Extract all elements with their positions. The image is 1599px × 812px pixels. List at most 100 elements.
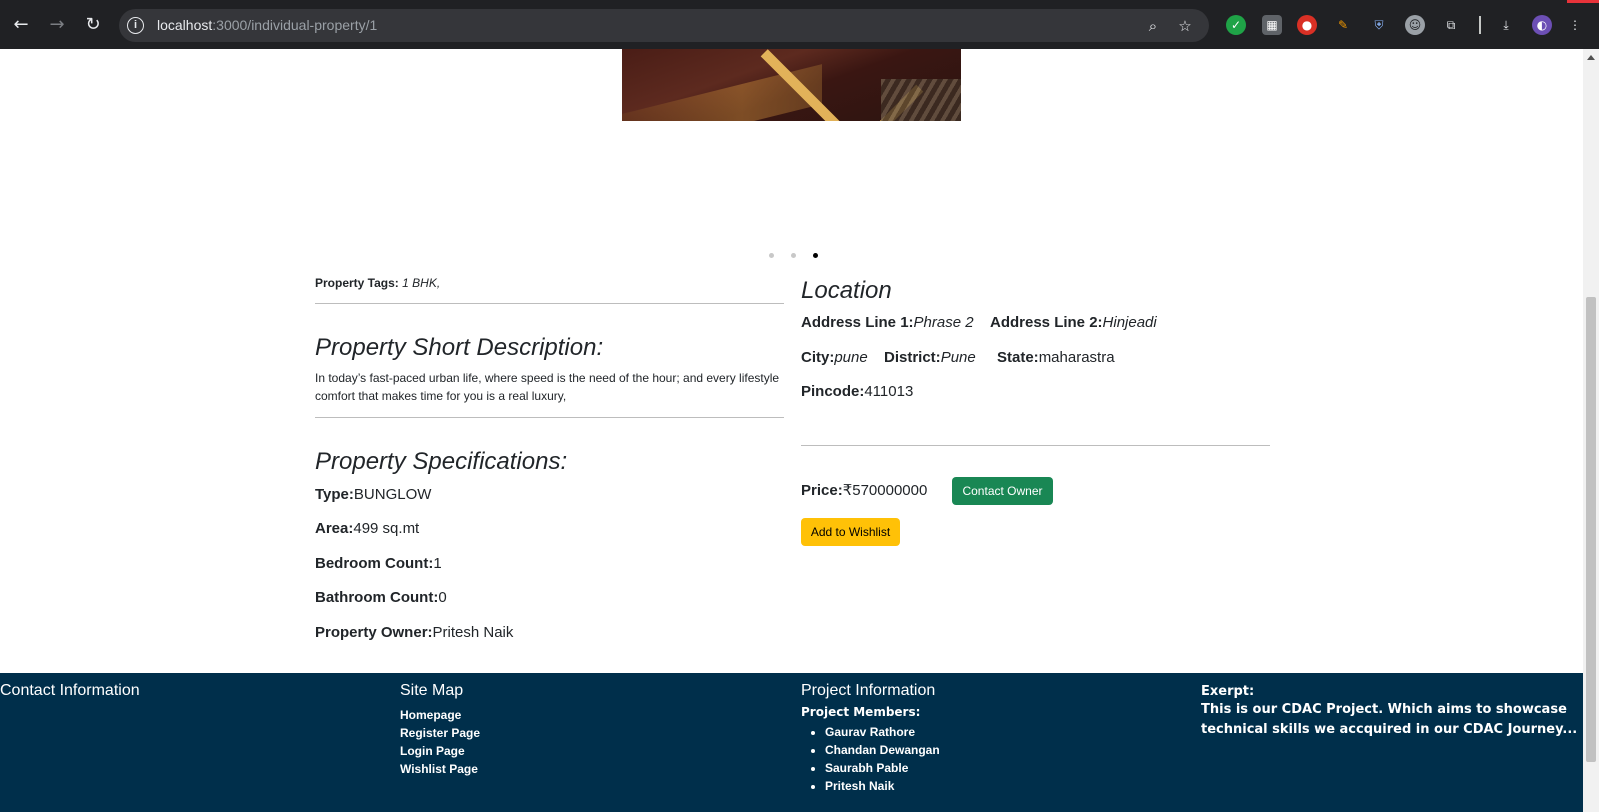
url-path: :3000/individual-property/1 <box>212 17 378 33</box>
download-icon[interactable]: ⤓ <box>1496 15 1516 35</box>
sitemap-link-homepage[interactable]: Homepage <box>400 706 480 724</box>
extension-shield-icon[interactable]: ⛨ <box>1369 15 1389 35</box>
pincode-value: 411013 <box>864 383 914 400</box>
window-accent <box>1567 0 1599 3</box>
address-line-1: Address Line 1:Phrase 2 <box>801 314 974 331</box>
back-arrow-icon[interactable]: ← <box>8 12 34 38</box>
pincode-label: Pincode: <box>801 383 865 400</box>
footer-sitemap-title: Site Map <box>400 682 464 699</box>
extension-qr-icon[interactable]: ▦ <box>1262 15 1282 35</box>
state-label: State: <box>997 349 1039 366</box>
price-value: ₹570000000 <box>842 482 928 499</box>
address-line-1-label: Address Line 1: <box>801 314 914 331</box>
sitemap-link-wishlist[interactable]: Wishlist Page <box>400 760 480 778</box>
sitemap-link-register[interactable]: Register Page <box>400 724 480 742</box>
address-line-2-value: Hinjeadi <box>1102 314 1157 331</box>
extension-pen-icon[interactable]: ✎ <box>1333 15 1353 35</box>
address-bar[interactable]: i localhost:3000/individual-property/1 ⌕… <box>119 9 1209 42</box>
image-shade <box>881 79 961 121</box>
price: Price:₹570000000 <box>801 481 927 499</box>
state-value: maharastra <box>1038 349 1115 366</box>
spec-area-label: Area: <box>315 520 354 537</box>
carousel-indicator-2[interactable] <box>791 253 796 258</box>
url-text[interactable]: localhost:3000/individual-property/1 <box>157 17 377 33</box>
divider <box>315 417 784 418</box>
spec-bedroom-value: 1 <box>433 555 442 572</box>
project-members-list: Gaurav Rathore Chandan Dewangan Saurabh … <box>825 723 940 795</box>
spec-type: Type:BUNGLOW <box>315 486 431 503</box>
address-line-1-value: Phrase 2 <box>913 314 974 331</box>
city-label: City: <box>801 349 835 366</box>
list-item: Saurabh Pable <box>825 759 940 777</box>
sitemap-link-login[interactable]: Login Page <box>400 742 480 760</box>
extension-face-icon[interactable]: ☺ <box>1405 15 1425 35</box>
spec-area: Area:499 sq.mt <box>315 520 419 537</box>
scroll-up-arrow-icon[interactable] <box>1587 55 1595 60</box>
price-label: Price: <box>801 482 843 499</box>
spec-property-owner: Property Owner:Pritesh Naik <box>315 624 513 641</box>
browser-toolbar: ← → ↻ i localhost:3000/individual-proper… <box>0 0 1599 49</box>
site-footer: Contact Information Site Map Homepage Re… <box>0 673 1583 812</box>
spec-bathroom-value: 0 <box>438 589 447 606</box>
footer-sitemap-section: Site Map Homepage Register Page Login Pa… <box>400 673 480 778</box>
spec-type-value: BUNGLOW <box>353 486 432 503</box>
short-description-text: In today’s fast-paced urban life, where … <box>315 371 780 403</box>
profile-avatar[interactable]: ◐ <box>1532 15 1552 35</box>
footer-project-title: Project Information <box>801 682 936 699</box>
spec-bathroom-count: Bathroom Count:0 <box>315 589 447 606</box>
extensions-puzzle-icon[interactable]: ⧉ <box>1441 15 1461 35</box>
extension-lock-icon[interactable]: ● <box>1297 15 1317 35</box>
location-heading: Location <box>801 277 892 304</box>
divider <box>315 303 784 304</box>
district: District:Pune <box>884 349 976 366</box>
spec-owner-label: Property Owner: <box>315 624 433 641</box>
excerpt-text: This is our CDAC Project. Which aims to … <box>1201 702 1578 737</box>
add-to-wishlist-button[interactable]: Add to Wishlist <box>801 518 900 546</box>
city-value: pune <box>834 349 868 366</box>
reload-icon[interactable]: ↻ <box>80 12 106 38</box>
district-label: District: <box>884 349 941 366</box>
district-value: Pune <box>940 349 976 366</box>
property-carousel-image <box>622 49 961 121</box>
page-scrollbar[interactable] <box>1583 49 1599 812</box>
project-members-heading: Project Members: <box>801 705 921 719</box>
spec-bedroom-label: Bedroom Count: <box>315 555 434 572</box>
toolbar-separator <box>1479 16 1481 34</box>
spec-type-label: Type: <box>315 486 354 503</box>
city: City:pune <box>801 349 868 366</box>
url-host: localhost <box>157 17 213 33</box>
site-info-icon[interactable]: i <box>127 17 144 34</box>
spec-owner-value: Pritesh Naik <box>432 624 514 641</box>
carousel-indicator-3[interactable] <box>813 253 818 258</box>
spec-bedroom-count: Bedroom Count:1 <box>315 555 442 572</box>
specifications-heading: Property Specifications: <box>315 448 568 475</box>
spec-area-value: 499 sq.mt <box>353 520 420 537</box>
browser-menu-icon[interactable]: ⋮ <box>1568 15 1582 35</box>
contact-owner-button[interactable]: Contact Owner <box>952 477 1053 505</box>
list-item: Gaurav Rathore <box>825 723 940 741</box>
carousel-indicator-1[interactable] <box>769 253 774 258</box>
extension-check-icon[interactable]: ✓ <box>1226 15 1246 35</box>
property-tags: Property Tags: 1 BHK, <box>315 276 440 290</box>
property-tags-label: Property Tags: <box>315 276 399 290</box>
list-item: Pritesh Naik <box>825 777 940 795</box>
footer-project-section: Project Information Project Members: Gau… <box>801 673 940 795</box>
divider <box>801 445 1270 446</box>
short-description-heading: Property Short Description: <box>315 334 604 361</box>
pincode: Pincode:411013 <box>801 383 913 400</box>
list-item: Chandan Dewangan <box>825 741 940 759</box>
bookmark-star-icon[interactable]: ☆ <box>1175 16 1195 36</box>
zoom-icon[interactable]: ⌕ <box>1143 16 1163 36</box>
footer-contact-section: Contact Information <box>0 673 140 700</box>
spec-bathroom-label: Bathroom Count: <box>315 589 439 606</box>
footer-contact-title: Contact Information <box>0 682 140 699</box>
address-line-2: Address Line 2:Hinjeadi <box>990 314 1157 331</box>
footer-excerpt-section: Exerpt: This is our CDAC Project. Which … <box>1201 673 1581 740</box>
sitemap-links: Homepage Register Page Login Page Wishli… <box>400 706 480 778</box>
address-line-2-label: Address Line 2: <box>990 314 1103 331</box>
scrollbar-thumb[interactable] <box>1586 297 1596 762</box>
forward-arrow-icon[interactable]: → <box>44 12 70 38</box>
state: State:maharastra <box>997 349 1115 366</box>
excerpt-heading: Exerpt: <box>1201 684 1255 699</box>
property-tags-value: 1 BHK, <box>402 276 441 290</box>
